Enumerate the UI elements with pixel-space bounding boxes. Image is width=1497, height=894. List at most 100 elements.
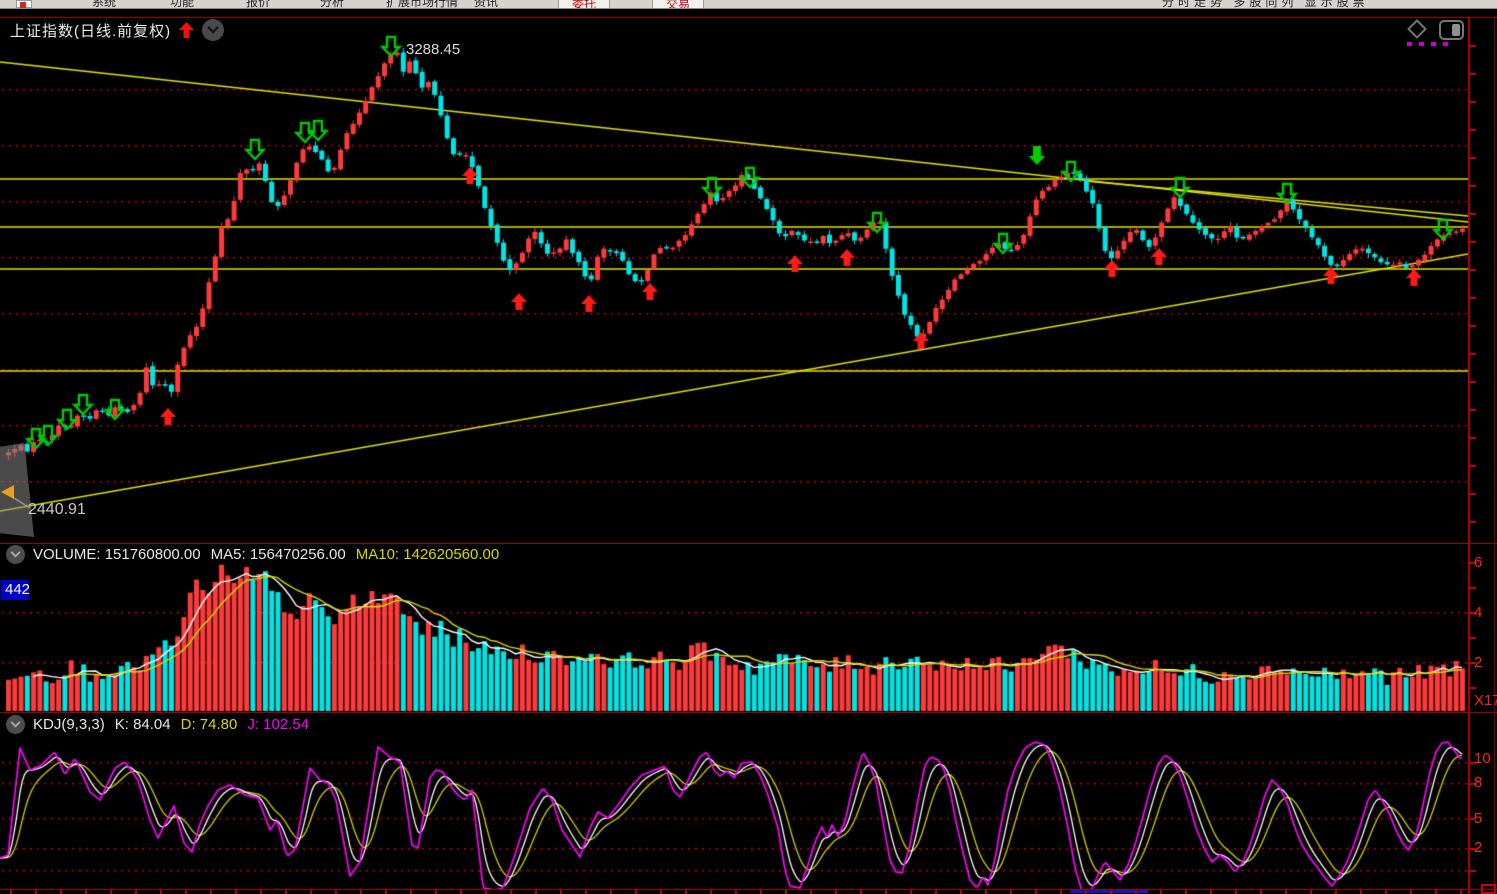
menu-item-function[interactable]: 功能 (170, 0, 194, 9)
app-logo-icon (16, 0, 32, 8)
menu-item-news[interactable]: 资讯 (474, 0, 498, 9)
time-axis-tick (210, 890, 212, 894)
order-button[interactable]: 委托 (558, 0, 610, 9)
volume-label: VOLUME: 151760800.00 (33, 546, 201, 563)
axis-tick (1468, 297, 1476, 299)
axis-tick (1468, 637, 1476, 639)
time-axis-tick (1335, 890, 1337, 894)
time-axis-tick (1060, 890, 1062, 894)
volume-axis-label: 6 (1474, 554, 1482, 571)
low-price-label: 2440.91 (28, 501, 86, 519)
drawing-dots-icon (1407, 42, 1448, 46)
menu-item-system[interactable]: 系统 (92, 0, 116, 9)
time-axis-tick (835, 890, 837, 894)
kdj-axis: 10 8 5 2 (1468, 712, 1497, 889)
time-axis-tick (710, 890, 712, 894)
prev-page-arrow-icon (1, 485, 14, 499)
time-axis-tick (560, 890, 562, 894)
axis-tick (1468, 521, 1476, 523)
kdj-name: KDJ(9,3,3) (33, 716, 105, 733)
menu-item-quote[interactable]: 报价 (246, 0, 270, 9)
trade-button[interactable]: 交易 (652, 0, 704, 9)
volume-axis-label: 4 (1474, 604, 1482, 621)
volume-ma10: MA10: 142620560.00 (356, 546, 499, 563)
menu-item-extmarket[interactable]: 扩展市场行情 (386, 0, 458, 9)
divider-kdj (0, 712, 1497, 713)
kdj-d-value: D: 74.80 (181, 716, 238, 733)
peak-price-label: 3288.45 (406, 41, 460, 58)
volume-ma5: MA5: 156470256.00 (211, 546, 346, 563)
time-axis-tick (1135, 890, 1137, 894)
time-axis-tick (485, 890, 487, 894)
time-axis-tick (1010, 890, 1012, 894)
time-axis-tick (385, 890, 387, 894)
time-axis-tick (35, 890, 37, 894)
collapse-kdj-button[interactable] (6, 715, 25, 734)
time-axis-tick (1110, 890, 1112, 894)
time-axis-tick (685, 890, 687, 894)
time-axis-tick (1435, 890, 1437, 894)
time-axis-tick (435, 890, 437, 894)
time-axis-tick (285, 890, 287, 894)
trading-app-window: 系统 功能 报价 分析 扩展市场行情 资讯 委托 交易 分时走势 多股同列 显示… (0, 0, 1497, 894)
kdj-k-value: K: 84.04 (115, 716, 171, 733)
axis-tick (1468, 325, 1476, 327)
time-axis-tick (60, 890, 62, 894)
axis-tick (1468, 241, 1476, 243)
time-axis-tick (935, 890, 937, 894)
axis-tick (1468, 587, 1476, 589)
corner-resize-box[interactable] (1481, 884, 1496, 894)
time-axis-tick (735, 890, 737, 894)
axis-tick (1468, 185, 1476, 187)
time-axis-tick (185, 890, 187, 894)
axis-tick (1468, 157, 1476, 159)
menu-item-analysis[interactable]: 分析 (320, 0, 344, 9)
axis-tick (1468, 213, 1476, 215)
axis-tick (1468, 73, 1476, 75)
time-axis-tick (1185, 890, 1187, 894)
time-axis-strip (0, 890, 1497, 894)
menubar-right-links[interactable]: 分时走势 多股同列 显示股票 (1162, 0, 1369, 9)
axis-tick (1468, 465, 1476, 467)
kdj-chart[interactable] (0, 713, 1468, 889)
time-axis-tick (1235, 890, 1237, 894)
layout-panel-icon[interactable] (1439, 20, 1464, 40)
time-axis-tick (510, 890, 512, 894)
time-axis-tick (585, 890, 587, 894)
menubar: 系统 功能 报价 分析 扩展市场行情 资讯 委托 交易 分时走势 多股同列 显示… (0, 0, 1497, 9)
time-axis-tick (610, 890, 612, 894)
time-axis-tick (635, 890, 637, 894)
main-candlestick-chart[interactable] (0, 18, 1468, 543)
volume-axis-label: 2 (1474, 654, 1482, 671)
time-axis-tick (1410, 890, 1412, 894)
time-axis-tick (135, 890, 137, 894)
kdj-axis-label: 8 (1474, 774, 1482, 791)
time-axis-tick (810, 890, 812, 894)
axis-tick (1468, 409, 1476, 411)
volume-scale-label: X17 (1474, 692, 1497, 709)
time-axis-tick (910, 890, 912, 894)
time-axis-tick (960, 890, 962, 894)
axis-tick (1468, 870, 1476, 872)
time-axis-tick (1460, 890, 1462, 894)
volume-current-value-badge: 442 (1, 580, 29, 600)
time-axis-tick (1385, 890, 1387, 894)
time-axis-tick (310, 890, 312, 894)
axis-tick (1468, 437, 1476, 439)
time-axis-tick (785, 890, 787, 894)
kdj-axis-label: 2 (1474, 839, 1482, 856)
time-axis-tick (410, 890, 412, 894)
time-axis-tick (1310, 890, 1312, 894)
time-axis-tick (1160, 890, 1162, 894)
kdj-axis-label: 10 (1474, 750, 1491, 767)
collapse-main-button[interactable] (202, 19, 224, 41)
time-axis-tick (860, 890, 862, 894)
volume-chart[interactable] (0, 544, 1468, 712)
time-axis-tick (235, 890, 237, 894)
kdj-axis-label: 5 (1474, 810, 1482, 827)
divider-volume (0, 543, 1497, 544)
collapse-volume-button[interactable] (6, 545, 25, 564)
time-axis-tick (1360, 890, 1362, 894)
axis-tick (1468, 381, 1476, 383)
time-axis-tick (335, 890, 337, 894)
